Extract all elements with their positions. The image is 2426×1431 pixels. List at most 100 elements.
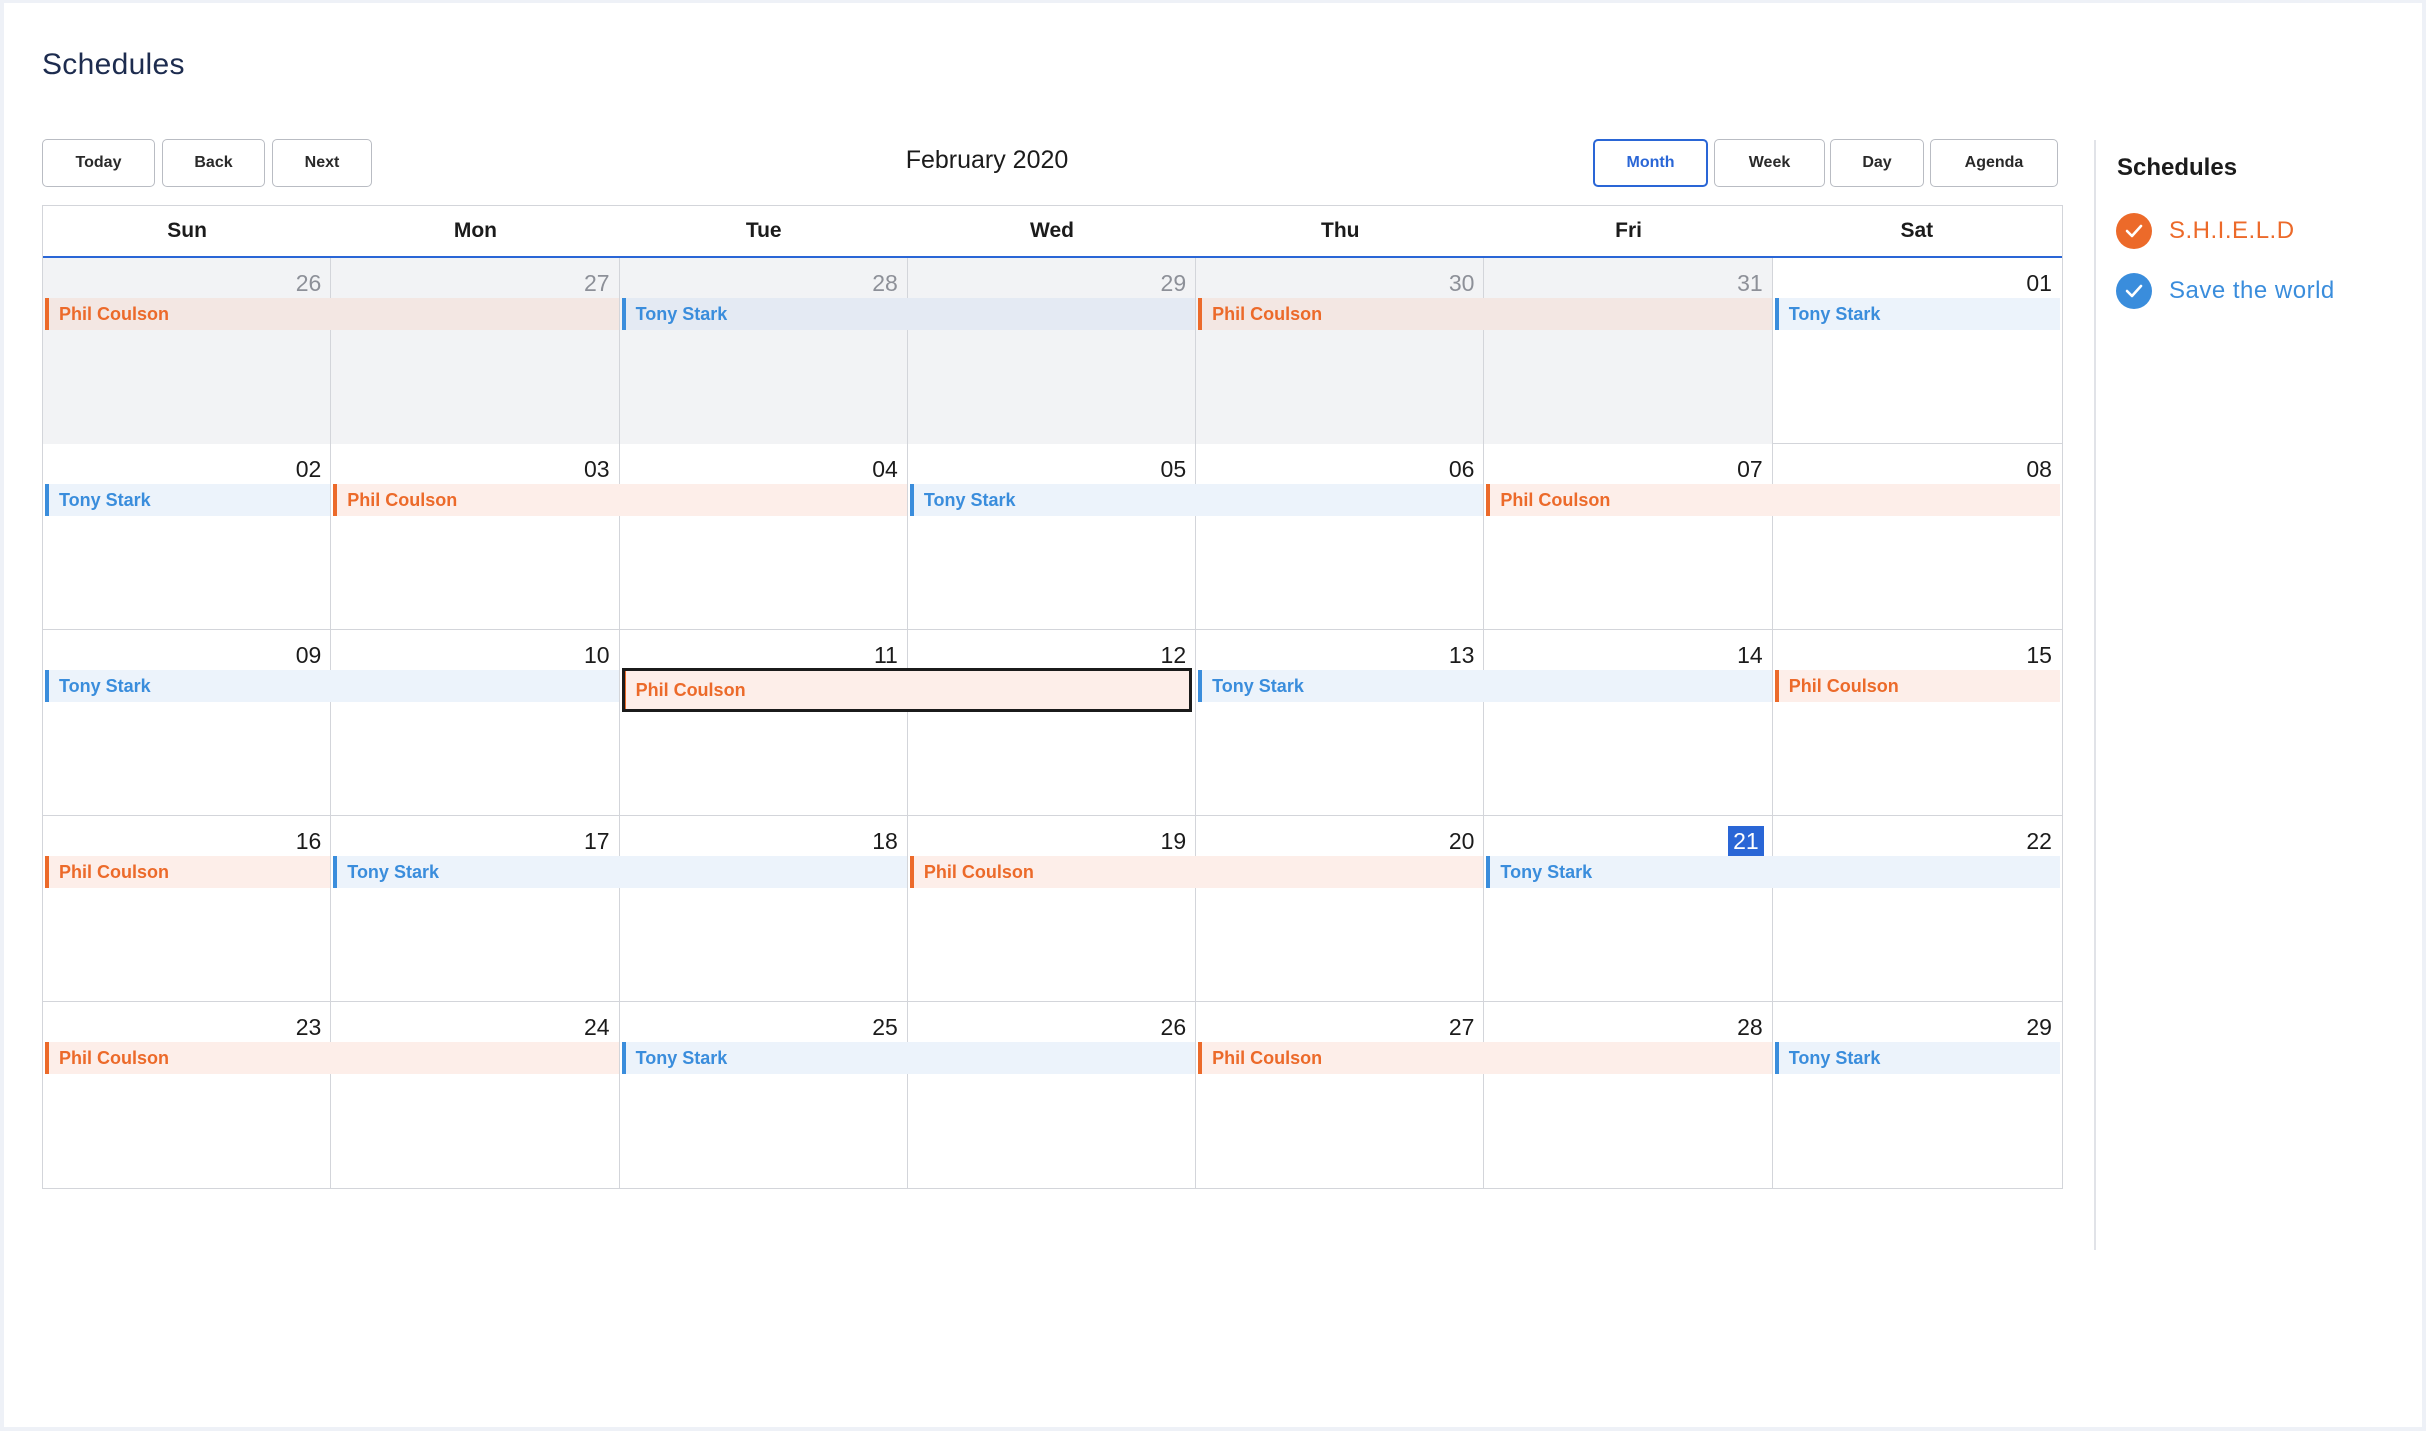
date-number[interactable]: 24 xyxy=(581,1012,613,1042)
date-number[interactable]: 31 xyxy=(1734,268,1766,298)
date-number[interactable]: 15 xyxy=(2023,640,2055,670)
event-phil-coulson[interactable]: Phil Coulson xyxy=(45,298,619,330)
event-phil-coulson[interactable]: Phil Coulson xyxy=(621,668,1193,712)
day-cell[interactable]: 29 xyxy=(1773,1002,2061,1188)
day-cell[interactable]: 25 xyxy=(620,1002,908,1188)
date-number[interactable]: 07 xyxy=(1734,454,1766,484)
day-cell[interactable]: 02 xyxy=(43,444,332,630)
date-number[interactable]: 20 xyxy=(1446,826,1478,856)
event-phil-coulson[interactable]: Phil Coulson xyxy=(1198,298,1772,330)
day-cell[interactable]: 24 xyxy=(331,1002,620,1188)
day-cell[interactable]: 20 xyxy=(1196,816,1485,1002)
event-tony-stark[interactable]: Tony Stark xyxy=(1774,298,2060,330)
date-number[interactable]: 14 xyxy=(1734,640,1766,670)
day-cell[interactable]: 21 xyxy=(1484,816,1773,1002)
event-tony-stark[interactable]: Tony Stark xyxy=(909,484,1484,516)
event-phil-coulson[interactable]: Phil Coulson xyxy=(1198,1042,1772,1074)
view-month-button[interactable]: Month xyxy=(1593,139,1708,187)
day-cell[interactable]: 03 xyxy=(331,444,620,630)
day-cell[interactable]: 10 xyxy=(331,630,620,816)
event-phil-coulson[interactable]: Phil Coulson xyxy=(909,856,1484,888)
date-number[interactable]: 04 xyxy=(869,454,901,484)
date-number[interactable]: 18 xyxy=(869,826,901,856)
date-number[interactable]: 06 xyxy=(1446,454,1478,484)
day-cell[interactable]: 19 xyxy=(908,816,1197,1002)
day-cell[interactable]: 13 xyxy=(1196,630,1485,816)
event-phil-coulson[interactable]: Phil Coulson xyxy=(1774,670,2060,702)
date-number[interactable]: 29 xyxy=(1158,268,1190,298)
view-agenda-button[interactable]: Agenda xyxy=(1930,139,2058,187)
today-date-number[interactable]: 21 xyxy=(1728,826,1764,856)
today-button[interactable]: Today xyxy=(42,139,155,187)
date-number[interactable]: 03 xyxy=(581,454,613,484)
date-number[interactable]: 05 xyxy=(1158,454,1190,484)
event-tony-stark[interactable]: Tony Stark xyxy=(333,856,907,888)
date-number[interactable]: 26 xyxy=(293,268,325,298)
view-week-button[interactable]: Week xyxy=(1714,139,1825,187)
date-number[interactable]: 17 xyxy=(581,826,613,856)
day-cell[interactable]: 26 xyxy=(908,1002,1197,1188)
event-phil-coulson[interactable]: Phil Coulson xyxy=(45,1042,619,1074)
event-tony-stark[interactable]: Tony Stark xyxy=(45,670,619,702)
check-icon[interactable] xyxy=(2116,213,2152,249)
view-day-button[interactable]: Day xyxy=(1830,139,1924,187)
date-number[interactable]: 09 xyxy=(293,640,325,670)
day-cell[interactable]: 04 xyxy=(620,444,908,630)
date-number[interactable]: 12 xyxy=(1158,640,1190,670)
date-number[interactable]: 29 xyxy=(2023,1012,2055,1042)
schedule-item-shield[interactable]: S.H.I.E.L.D xyxy=(2116,213,2295,249)
day-cell[interactable]: 09 xyxy=(43,630,332,816)
event-tony-stark[interactable]: Tony Stark xyxy=(1486,856,2060,888)
day-cell[interactable]: 27 xyxy=(331,258,620,444)
day-cell[interactable]: 07 xyxy=(1484,444,1773,630)
schedule-item-world[interactable]: Save the world xyxy=(2116,273,2335,309)
day-cell[interactable]: 23 xyxy=(43,1002,332,1188)
date-number[interactable]: 22 xyxy=(2023,826,2055,856)
back-button[interactable]: Back xyxy=(162,139,265,187)
event-tony-stark[interactable]: Tony Stark xyxy=(621,1042,1196,1074)
event-phil-coulson[interactable]: Phil Coulson xyxy=(333,484,907,516)
date-number[interactable]: 27 xyxy=(1446,1012,1478,1042)
event-tony-stark[interactable]: Tony Stark xyxy=(1774,1042,2060,1074)
date-number[interactable]: 26 xyxy=(1158,1012,1190,1042)
event-tony-stark[interactable]: Tony Stark xyxy=(1198,670,1772,702)
date-number[interactable]: 10 xyxy=(581,640,613,670)
date-number[interactable]: 28 xyxy=(869,268,901,298)
date-number[interactable]: 23 xyxy=(293,1012,325,1042)
day-cell[interactable]: 31 xyxy=(1484,258,1773,444)
day-cell[interactable]: 28 xyxy=(619,258,908,444)
next-button[interactable]: Next xyxy=(272,139,372,187)
date-number[interactable]: 19 xyxy=(1158,826,1190,856)
day-cell[interactable]: 08 xyxy=(1773,444,2061,630)
day-cell[interactable]: 14 xyxy=(1484,630,1773,816)
date-number[interactable]: 02 xyxy=(293,454,325,484)
day-cell[interactable]: 06 xyxy=(1196,444,1485,630)
date-number[interactable]: 25 xyxy=(869,1012,901,1042)
date-number[interactable]: 28 xyxy=(1734,1012,1766,1042)
event-tony-stark[interactable]: Tony Stark xyxy=(45,484,331,516)
check-icon[interactable] xyxy=(2116,273,2152,309)
day-cell[interactable]: 22 xyxy=(1773,816,2061,1002)
date-number[interactable]: 08 xyxy=(2023,454,2055,484)
day-cell[interactable]: 01 xyxy=(1773,258,2061,444)
day-cell[interactable]: 11 xyxy=(620,630,908,816)
day-cell[interactable]: 28 xyxy=(1484,1002,1773,1188)
event-tony-stark[interactable]: Tony Stark xyxy=(621,298,1196,330)
day-cell[interactable]: 05 xyxy=(908,444,1197,630)
day-cell[interactable]: 29 xyxy=(907,258,1197,444)
date-number[interactable]: 27 xyxy=(581,268,613,298)
date-number[interactable]: 16 xyxy=(293,826,325,856)
date-number[interactable]: 11 xyxy=(871,640,901,670)
date-number[interactable]: 01 xyxy=(2023,268,2055,298)
day-cell[interactable]: 26 xyxy=(43,258,332,444)
day-cell[interactable]: 16 xyxy=(43,816,332,1002)
day-cell[interactable]: 27 xyxy=(1196,1002,1485,1188)
event-phil-coulson[interactable]: Phil Coulson xyxy=(1486,484,2060,516)
day-cell[interactable]: 17 xyxy=(331,816,620,1002)
day-cell[interactable]: 12 xyxy=(908,630,1197,816)
date-number[interactable]: 13 xyxy=(1446,640,1478,670)
day-cell[interactable]: 15 xyxy=(1773,630,2061,816)
event-phil-coulson[interactable]: Phil Coulson xyxy=(45,856,331,888)
day-cell[interactable]: 30 xyxy=(1196,258,1485,444)
day-cell[interactable]: 18 xyxy=(620,816,908,1002)
